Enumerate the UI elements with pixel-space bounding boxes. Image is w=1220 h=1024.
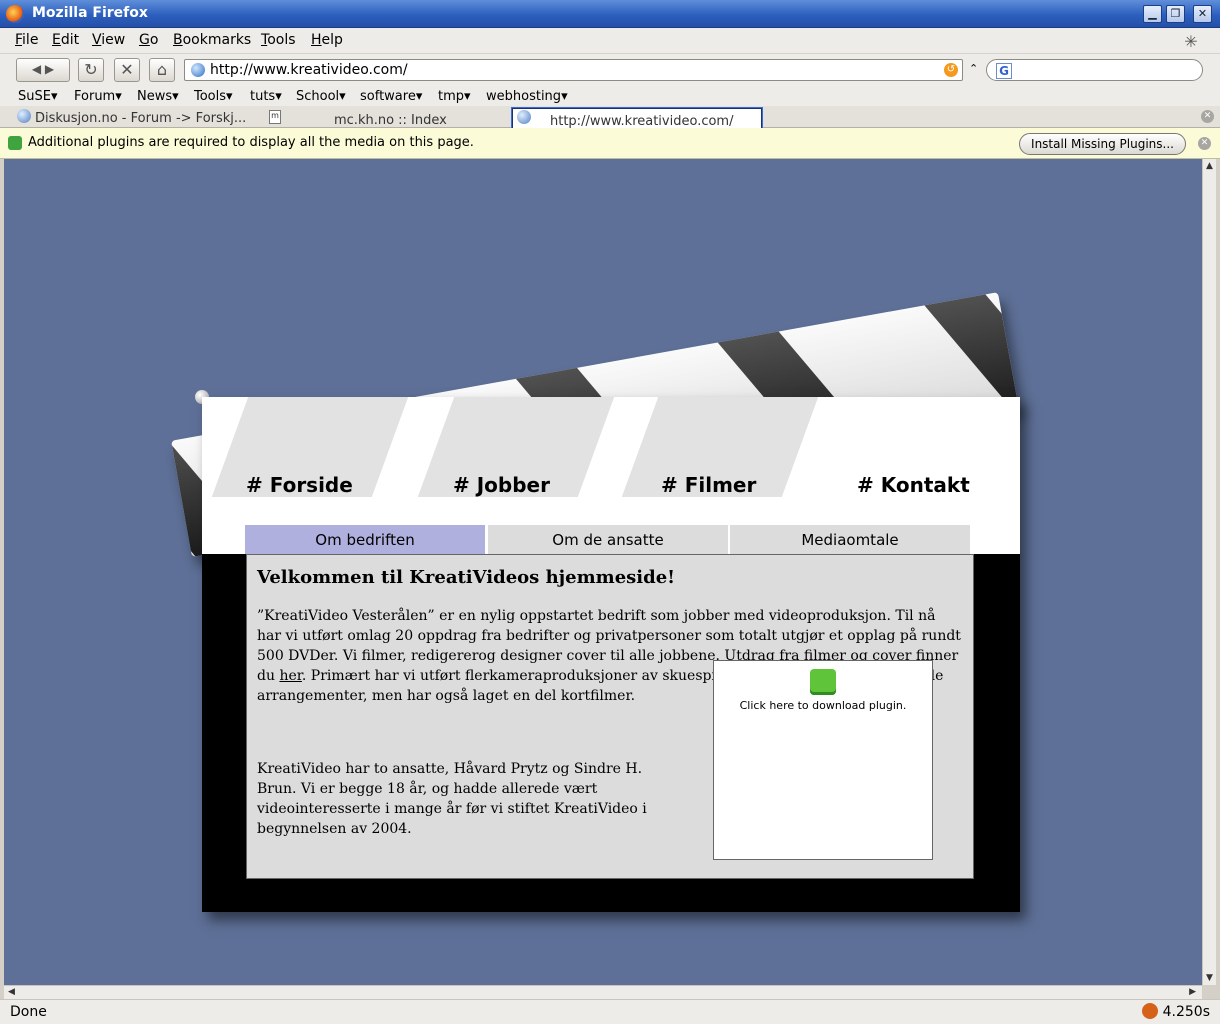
google-icon[interactable]: G	[996, 63, 1012, 79]
bookmark-folder[interactable]: School▾	[296, 89, 346, 104]
close-tab-icon[interactable]: ✕	[1201, 110, 1214, 123]
plugin-message: Additional plugins are required to displ…	[28, 135, 474, 150]
nav-kontakt[interactable]: # Kontakt	[857, 473, 970, 497]
load-time: 4.250s	[1162, 1004, 1210, 1020]
activity-throbber-icon: ✳	[1184, 32, 1198, 51]
page-heading: Velkommen til KreatiVideos hjemmeside!	[257, 567, 676, 588]
page-viewport: # Forside # Jobber # Filmer # Kontakt Om…	[4, 159, 1202, 985]
tab-label: http://www.kreativideo.com/	[550, 114, 734, 129]
download-plugin-text[interactable]: Click here to download plugin.	[714, 699, 932, 712]
vertical-scrollbar[interactable]: ▲ ▼	[1202, 159, 1216, 985]
bookmark-folder[interactable]: tmp▾	[438, 89, 471, 104]
status-text: Done	[10, 1004, 47, 1020]
tab-mc-kh[interactable]: m mc.kh.no :: Index	[266, 108, 510, 128]
subtab-mediaomtale[interactable]: Mediaomtale	[730, 525, 970, 554]
status-bar: Done 4.250s	[0, 999, 1220, 1024]
menu-view[interactable]: View	[92, 32, 125, 48]
staff-paragraph: KreatiVideo har to ansatte, Håvard Prytz…	[257, 761, 647, 837]
back-forward-buttons[interactable]: ◀ ▶	[16, 58, 70, 82]
home-button[interactable]: ⌂	[149, 58, 175, 82]
bookmark-folder[interactable]: News▾	[137, 89, 179, 104]
navigation-toolbar: ◀ ▶ ↻ ✕ ⌂ http://www.kreativideo.com/ ↺ …	[0, 54, 1220, 86]
close-window-button[interactable]: ✕	[1193, 5, 1212, 23]
window-titlebar[interactable]: Mozilla Firefox ▁ ❐ ✕	[0, 0, 1220, 28]
tab-kreativideo[interactable]: http://www.kreativideo.com/	[511, 107, 763, 129]
tab-globe-icon	[17, 109, 31, 123]
bookmark-folder[interactable]: tuts▾	[250, 89, 282, 104]
menu-go[interactable]: Go	[139, 32, 158, 48]
firebug-icon[interactable]	[1142, 1003, 1158, 1019]
dropmarker-icon[interactable]: ⌃	[969, 62, 978, 75]
bookmark-folder[interactable]: SuSE▾	[18, 89, 58, 104]
tab-diskusjon[interactable]: Diskusjon.no - Forum -> Forskj...	[14, 108, 264, 128]
site-header: # Forside # Jobber # Filmer # Kontakt Om…	[202, 397, 1020, 554]
url-text[interactable]: http://www.kreativideo.com/	[210, 62, 408, 78]
menu-bar: File Edit View Go Bookmarks Tools Help ✳	[0, 28, 1220, 54]
bookmark-folder[interactable]: software▾	[360, 89, 422, 104]
tab-globe-icon	[517, 110, 531, 124]
subtab-om-de-ansatte[interactable]: Om de ansatte	[488, 525, 728, 554]
her-link[interactable]: her	[279, 668, 301, 684]
url-bar[interactable]: http://www.kreativideo.com/ ↺	[184, 59, 963, 81]
nav-jobber[interactable]: # Jobber	[453, 473, 550, 497]
firefox-icon	[6, 5, 24, 23]
plugin-notification-bar: Additional plugins are required to displ…	[0, 128, 1220, 159]
horizontal-scrollbar[interactable]: ◀ ▶	[4, 985, 1202, 999]
rss-icon[interactable]: ↺	[944, 63, 958, 77]
menu-help[interactable]: Help	[311, 32, 343, 48]
scroll-down-icon[interactable]: ▼	[1206, 973, 1213, 983]
menu-file[interactable]: File	[15, 32, 38, 48]
install-missing-plugins-button[interactable]: Install Missing Plugins...	[1019, 133, 1186, 155]
plugin-puzzle-icon	[8, 136, 22, 150]
scroll-up-icon[interactable]: ▲	[1206, 161, 1213, 171]
search-box[interactable]: G	[986, 59, 1203, 81]
content-panel: Velkommen til KreatiVideos hjemmeside! ”…	[246, 554, 974, 879]
clapperboard-body: # Forside # Jobber # Filmer # Kontakt Om…	[202, 397, 1020, 912]
tab-label: mc.kh.no :: Index	[334, 113, 447, 128]
site-globe-icon	[191, 63, 205, 77]
subtab-om-bedriften[interactable]: Om bedriften	[245, 525, 485, 554]
menu-tools[interactable]: Tools	[261, 32, 296, 48]
nav-forside[interactable]: # Forside	[246, 473, 353, 497]
tab-label: Diskusjon.no - Forum -> Forskj...	[35, 111, 247, 126]
scroll-left-icon[interactable]: ◀	[8, 987, 15, 997]
bookmark-folder[interactable]: Forum▾	[74, 89, 122, 104]
menu-edit[interactable]: Edit	[52, 32, 79, 48]
window-title: Mozilla Firefox	[32, 5, 148, 21]
minimize-button[interactable]: ▁	[1143, 5, 1162, 23]
tab-page-icon: m	[269, 110, 281, 124]
stop-button[interactable]: ✕	[114, 58, 140, 82]
maximize-button[interactable]: ❐	[1166, 5, 1185, 23]
puzzle-piece-icon	[810, 669, 836, 695]
nav-filmer[interactable]: # Filmer	[661, 473, 756, 497]
missing-plugin-placeholder[interactable]: Click here to download plugin.	[713, 660, 933, 860]
scroll-right-icon[interactable]: ▶	[1189, 987, 1196, 997]
menu-bookmarks[interactable]: Bookmarks	[173, 32, 251, 48]
bookmarks-toolbar: SuSE▾ Forum▾ News▾ Tools▾ tuts▾ School▾ …	[0, 86, 1220, 106]
reload-button[interactable]: ↻	[78, 58, 104, 82]
close-notification-icon[interactable]: ✕	[1198, 137, 1211, 150]
bookmark-folder[interactable]: webhosting▾	[486, 89, 568, 104]
bookmark-folder[interactable]: Tools▾	[194, 89, 233, 104]
tab-strip: Diskusjon.no - Forum -> Forskj... m mc.k…	[0, 106, 1220, 129]
